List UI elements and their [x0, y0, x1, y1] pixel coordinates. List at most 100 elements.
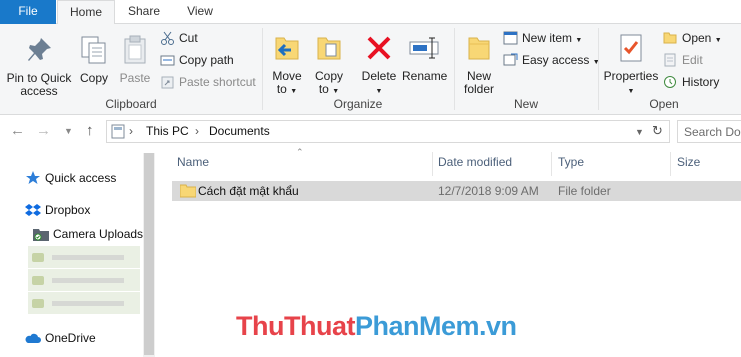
column-header-size[interactable]: Size: [677, 155, 700, 169]
edit-button[interactable]: Edit: [663, 51, 703, 69]
cut-button[interactable]: Cut: [160, 29, 198, 47]
delete-x-icon: [363, 32, 395, 64]
watermark-part: PhanMem: [354, 311, 480, 341]
copy-label: Copy: [79, 71, 108, 85]
nav-label-quick-access: Quick access: [45, 171, 117, 185]
nav-item-quick-access[interactable]: Quick access: [25, 168, 116, 188]
navigation-pane: Quick access Dropbox Camera Uploads OneD…: [0, 147, 155, 357]
delete-button[interactable]: Delete ▼: [358, 32, 400, 98]
new-folder-icon: [463, 32, 495, 64]
column-divider[interactable]: [432, 152, 433, 176]
properties-label: Properties ▼: [603, 69, 659, 96]
address-row: ← → ▼ ↑ › This PC › Documents ▼ ↻ Search…: [0, 115, 741, 147]
file-type: File folder: [558, 184, 611, 198]
move-to-label: Move to ▼: [272, 69, 302, 96]
this-pc-icon: [111, 124, 125, 142]
new-folder-button[interactable]: New folder: [459, 32, 499, 96]
copy-path-button[interactable]: Copy path: [160, 51, 234, 69]
pin-icon: [23, 34, 55, 66]
watermark: ThuThuatPhanMem.vn: [236, 311, 517, 342]
table-row[interactable]: Cách đặt mật khẩu 12/7/2018 9:09 AM File…: [172, 181, 741, 201]
address-dropdown-chevron-icon[interactable]: ▼: [635, 127, 644, 137]
paste-shortcut-button[interactable]: Paste shortcut: [160, 73, 256, 91]
blurred-nav-item: [28, 269, 140, 291]
pin-to-quick-access-button[interactable]: Pin to Quick access: [4, 34, 74, 98]
paste-label: Paste: [119, 71, 151, 85]
folder-icon: [179, 184, 197, 201]
new-group-label: New: [513, 97, 538, 111]
nav-label-camera-uploads: Camera Uploads: [53, 227, 144, 241]
file-name: Cách đặt mật khẩu: [198, 184, 299, 198]
copy-to-icon: [313, 32, 345, 64]
delete-label: Delete ▼: [361, 69, 397, 96]
address-bar[interactable]: › This PC › Documents ▼ ↻: [106, 120, 670, 143]
refresh-icon[interactable]: ↻: [652, 123, 663, 139]
paste-shortcut-icon: [160, 75, 175, 89]
column-header-date-modified[interactable]: Date modified: [438, 155, 512, 169]
nav-item-onedrive[interactable]: OneDrive: [25, 328, 96, 348]
edit-label: Edit: [682, 53, 703, 67]
up-arrow-icon[interactable]: ↑: [86, 122, 94, 139]
nav-item-camera-uploads[interactable]: Camera Uploads: [33, 224, 143, 244]
breadcrumb-documents[interactable]: Documents: [209, 124, 270, 138]
pin-label: Pin to Quick access: [6, 71, 72, 98]
onedrive-cloud-icon: [25, 331, 41, 345]
edit-icon: [663, 53, 678, 67]
cut-label: Cut: [179, 31, 198, 45]
nav-pane-scrollbar[interactable]: [143, 153, 155, 357]
copy-icon: [78, 34, 110, 66]
tab-share[interactable]: Share: [118, 0, 170, 24]
column-header-name[interactable]: Name: [177, 155, 209, 169]
tab-view[interactable]: View: [172, 0, 228, 24]
column-header-type[interactable]: Type: [558, 155, 584, 169]
watermark-part: ThuThuat: [236, 311, 355, 341]
new-item-button[interactable]: New item ▼: [503, 29, 582, 47]
rename-button[interactable]: Rename: [402, 32, 447, 83]
history-label: History: [682, 75, 720, 89]
ribbon: Pin to Quick access Copy Paste Cut Copy …: [0, 24, 741, 115]
column-divider[interactable]: [670, 152, 671, 176]
easy-access-label: Easy access: [522, 53, 590, 67]
scrollbar-thumb[interactable]: [144, 153, 154, 355]
column-divider[interactable]: [551, 152, 552, 176]
move-to-icon: [271, 32, 303, 64]
properties-icon: [615, 32, 647, 64]
blurred-nav-item: [28, 246, 140, 268]
copy-button[interactable]: Copy: [76, 34, 112, 85]
history-button[interactable]: History: [663, 73, 719, 91]
blurred-nav-item: [28, 292, 140, 314]
new-item-icon: [503, 31, 518, 45]
back-arrow-icon[interactable]: ←: [10, 122, 25, 139]
camera-uploads-folder-icon: [33, 227, 49, 241]
move-to-button[interactable]: Move to ▼: [268, 32, 306, 98]
open-button[interactable]: Open ▼: [663, 29, 722, 47]
forward-arrow-icon[interactable]: →: [36, 122, 51, 139]
nav-item-dropbox[interactable]: Dropbox: [25, 200, 90, 220]
copy-to-button[interactable]: Copy to ▼: [310, 32, 348, 98]
watermark-part: .vn: [479, 311, 517, 341]
nav-label-dropbox: Dropbox: [45, 203, 91, 217]
clipboard-group-label: Clipboard: [105, 97, 157, 111]
properties-button[interactable]: Properties ▼: [603, 32, 659, 98]
tab-file[interactable]: File: [0, 0, 56, 24]
open-label: Open: [682, 31, 712, 45]
chevron-down-icon: ▼: [714, 37, 722, 44]
paste-icon: [119, 34, 151, 66]
new-folder-label: New folder: [463, 69, 495, 96]
breadcrumb-this-pc[interactable]: This PC: [146, 124, 189, 138]
easy-access-button[interactable]: Easy access ▼: [503, 51, 600, 69]
copy-to-label: Copy to ▼: [314, 69, 343, 96]
chevron-down-icon: ▼: [575, 37, 583, 44]
recent-locations-chevron-icon[interactable]: ▼: [64, 126, 73, 136]
open-group-label: Open: [649, 97, 679, 111]
tab-home[interactable]: Home: [57, 0, 115, 25]
dropbox-icon: [25, 203, 41, 217]
paste-button[interactable]: Paste: [117, 34, 153, 85]
copy-path-label: Copy path: [179, 53, 234, 67]
breadcrumb-separator: ›: [129, 124, 133, 138]
ribbon-tab-bar: File Home Share View: [0, 0, 741, 25]
open-folder-icon: [663, 31, 678, 45]
nav-label-onedrive: OneDrive: [45, 331, 96, 345]
star-icon: [25, 171, 41, 185]
search-input[interactable]: Search Do: [677, 120, 741, 143]
